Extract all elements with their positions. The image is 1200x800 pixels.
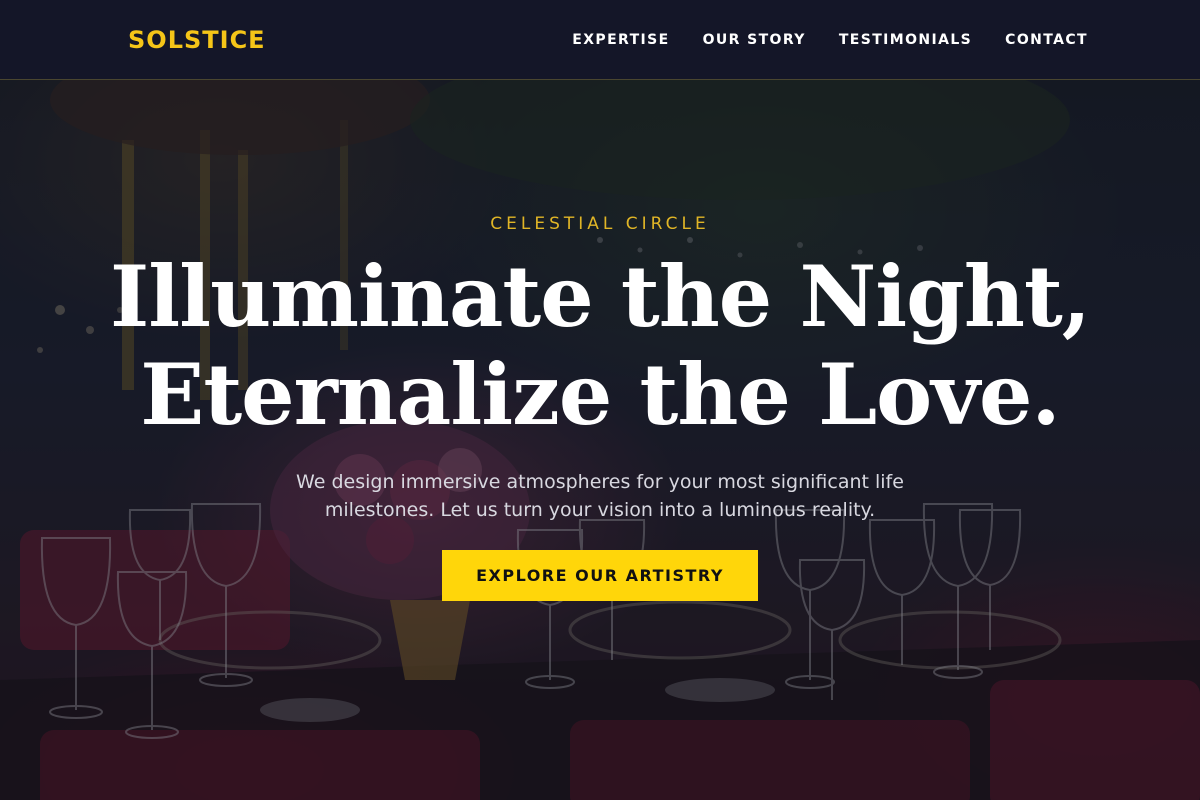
hero-headline-line-1: Illuminate the Night, (109, 247, 1091, 346)
nav-link-expertise[interactable]: EXPERTISE (572, 28, 669, 52)
hero-headline: Illuminate the Night, Eternalize the Lov… (100, 248, 1100, 444)
brand-logo[interactable]: SOLSTICE (128, 24, 266, 56)
explore-artistry-button[interactable]: EXPLORE OUR ARTISTRY (442, 550, 758, 601)
hero-subtext: We design immersive atmospheres for your… (296, 471, 904, 521)
nav-link-our-story[interactable]: OUR STORY (703, 28, 806, 52)
nav-link-testimonials[interactable]: TESTIMONIALS (839, 28, 972, 52)
nav-menu: EXPERTISE OUR STORY TESTIMONIALS CONTACT (572, 28, 1088, 52)
nav-link-contact[interactable]: CONTACT (1005, 28, 1088, 52)
top-navigation-bar: SOLSTICE EXPERTISE OUR STORY TESTIMONIAL… (0, 0, 1200, 80)
hero-headline-line-2: Eternalize the Love. (140, 345, 1060, 444)
hero-eyebrow: CELESTIAL CIRCLE (490, 214, 710, 234)
landing-page: SOLSTICE EXPERTISE OUR STORY TESTIMONIAL… (0, 0, 1200, 800)
hero-content: CELESTIAL CIRCLE Illuminate the Night, E… (0, 80, 1200, 800)
